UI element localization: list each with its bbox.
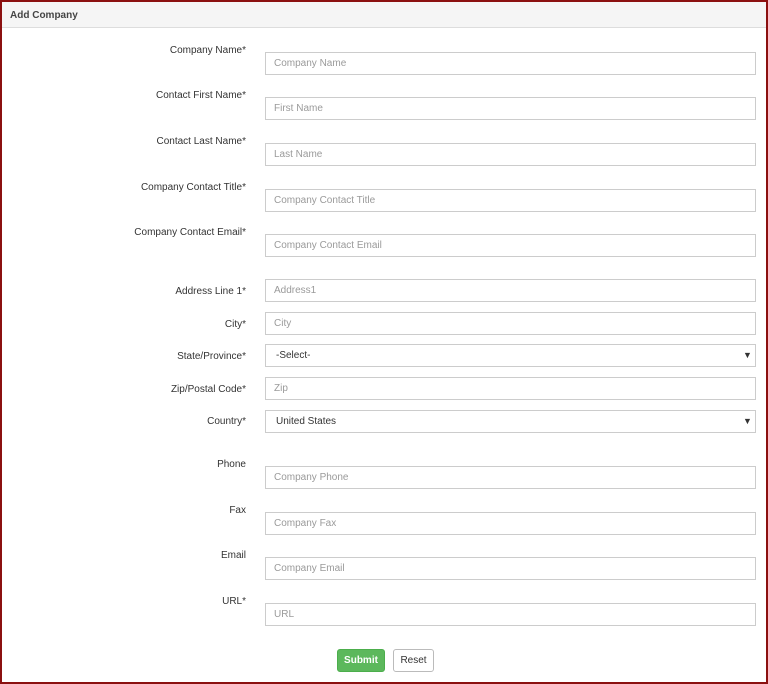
company-contact-title-row: Company Contact Title*	[2, 182, 766, 212]
state-row: State/Province* -Select- ▼	[2, 344, 766, 368]
email-input[interactable]	[265, 557, 756, 580]
fax-row: Fax	[2, 505, 766, 535]
city-row: City*	[2, 312, 766, 336]
zip-row: Zip/Postal Code*	[2, 377, 766, 401]
contact-last-name-label: Contact Last Name*	[156, 136, 247, 147]
phone-label: Phone	[217, 459, 246, 470]
panel-header: Add Company	[2, 2, 766, 28]
address-line-1-input[interactable]	[265, 279, 756, 302]
submit-button[interactable]: Submit	[337, 649, 385, 672]
contact-last-name-input[interactable]	[265, 143, 756, 166]
city-input[interactable]	[265, 312, 756, 335]
company-contact-email-label: Company Contact Email*	[134, 227, 246, 238]
phone-input[interactable]	[265, 466, 756, 489]
url-input[interactable]	[265, 603, 756, 626]
fax-label: Fax	[229, 505, 246, 516]
contact-first-name-input[interactable]	[265, 97, 756, 120]
email-label: Email	[220, 550, 246, 561]
country-row: Country* United States ▼	[2, 410, 766, 434]
fax-input[interactable]	[265, 512, 756, 535]
state-label: State/Province*	[177, 351, 246, 362]
phone-row: Phone	[2, 459, 766, 489]
address-line-1-row: Address Line 1*	[2, 279, 766, 303]
contact-first-name-label: Contact First Name*	[155, 90, 246, 101]
company-contact-title-input[interactable]	[265, 189, 756, 212]
company-contact-email-input[interactable]	[265, 234, 756, 257]
company-name-row: Company Name*	[2, 45, 766, 75]
reset-button[interactable]: Reset	[393, 649, 434, 672]
company-contact-email-row: Company Contact Email*	[2, 227, 766, 257]
url-row: URL*	[2, 596, 766, 626]
url-label: URL*	[222, 596, 246, 607]
company-name-input[interactable]	[265, 52, 756, 75]
zip-input[interactable]	[265, 377, 756, 400]
company-name-label: Company Name*	[169, 45, 246, 56]
email-row: Email	[2, 550, 766, 580]
contact-last-name-row: Contact Last Name*	[2, 136, 766, 166]
company-contact-title-label: Company Contact Title*	[140, 182, 246, 193]
city-label: City*	[224, 319, 246, 330]
contact-first-name-row: Contact First Name*	[2, 90, 766, 120]
country-select[interactable]: United States	[265, 410, 756, 433]
country-label: Country*	[207, 416, 246, 427]
page-title: Add Company	[10, 10, 78, 21]
address-line-1-label: Address Line 1*	[175, 286, 246, 297]
state-select[interactable]: -Select-	[265, 344, 756, 367]
zip-label: Zip/Postal Code*	[170, 384, 246, 395]
